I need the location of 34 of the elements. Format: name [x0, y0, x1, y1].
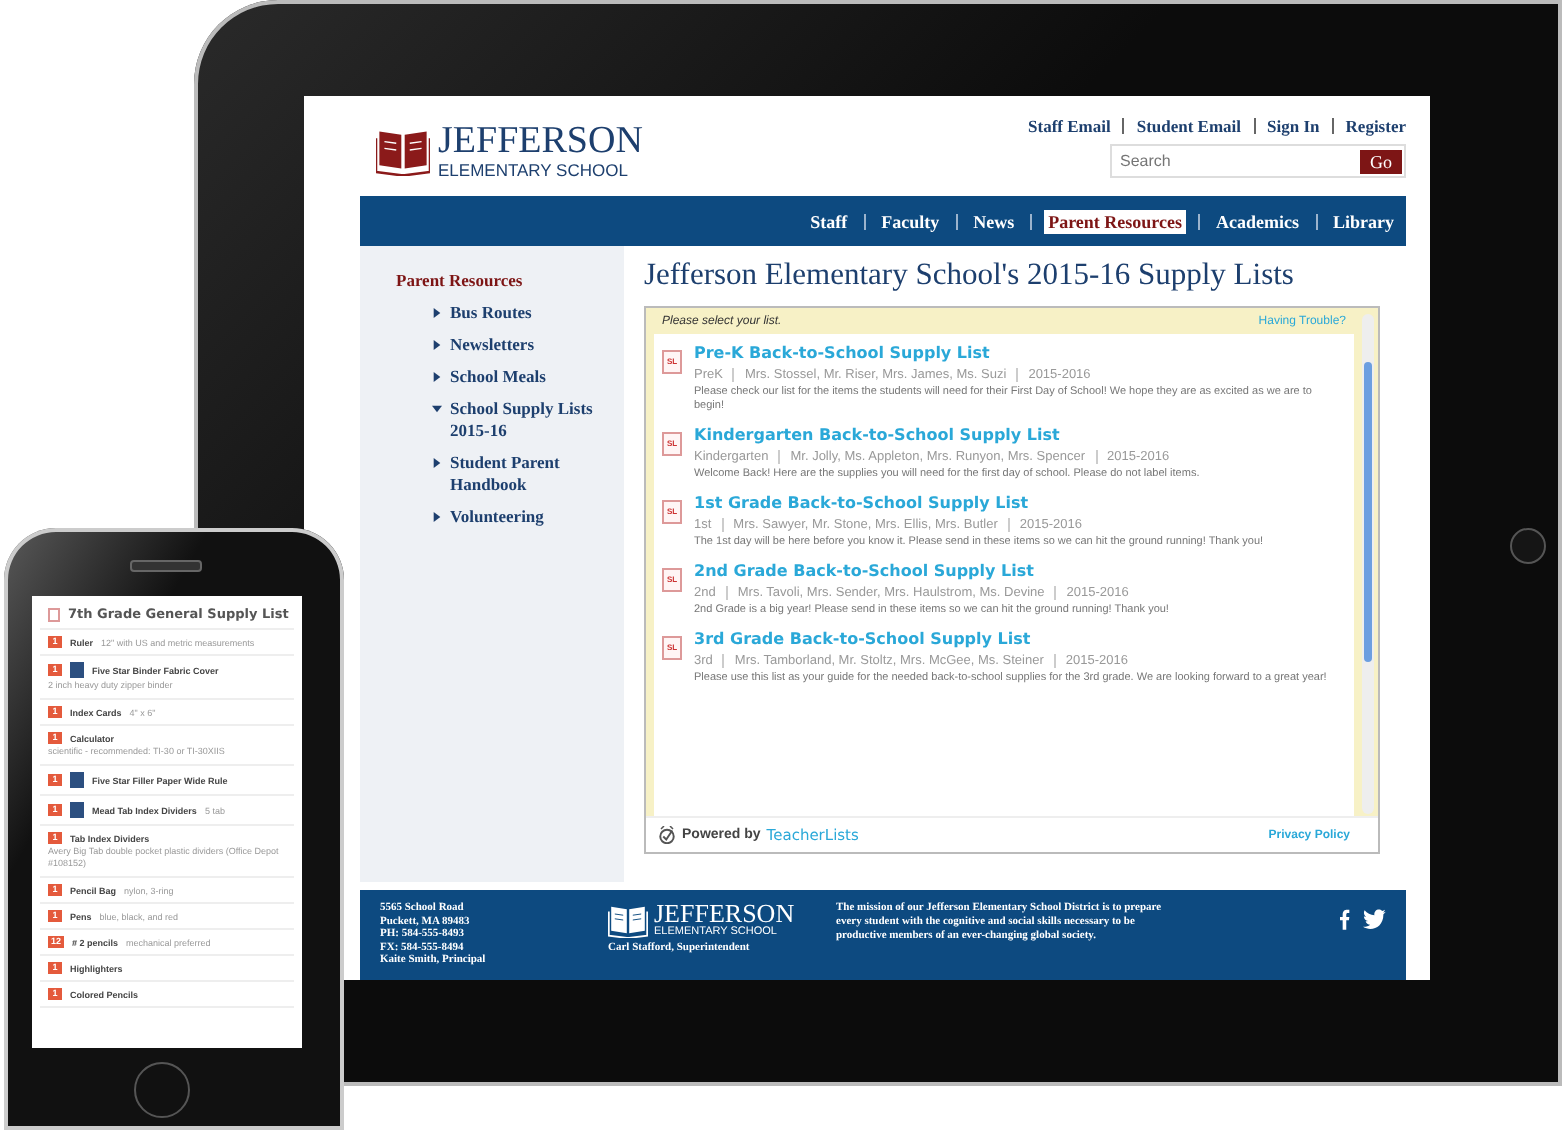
header-link[interactable]: Student Email [1136, 116, 1242, 136]
nav-link[interactable]: Library [1329, 209, 1398, 233]
nav-link[interactable]: Faculty [877, 209, 944, 233]
sidebar-link[interactable]: Volunteering [450, 506, 610, 528]
checkmark-icon [658, 826, 676, 844]
search-field[interactable]: Search Go [1110, 144, 1406, 178]
sidebar-title: Parent Resources [396, 270, 525, 290]
school-name: JEFFERSON [654, 902, 795, 926]
sidebar-link[interactable]: Newsletters [450, 334, 610, 356]
nav-link[interactable]: Parent Resources [1044, 209, 1186, 233]
bird-icon [1362, 908, 1386, 930]
document-icon [48, 607, 60, 621]
book-icon [608, 902, 648, 938]
school-name: JEFFERSON [438, 124, 643, 160]
go-button[interactable]: Go [1360, 149, 1402, 173]
nav-link[interactable]: News [969, 209, 1019, 233]
facebook-icon [1336, 908, 1352, 930]
nav-link[interactable]: Academics [1212, 209, 1303, 233]
product-thumbnail [70, 662, 84, 678]
sidebar-link[interactable]: School Supply Lists 2015-16 [450, 398, 610, 442]
scrollbar[interactable] [1362, 314, 1374, 814]
home-button[interactable] [1510, 528, 1546, 564]
sidebar-link[interactable]: Student Parent Handbook [450, 452, 610, 496]
header-link[interactable]: Register [1345, 116, 1406, 136]
speaker-slot [130, 560, 202, 572]
header-link[interactable]: Staff Email [1028, 116, 1111, 136]
school-subtitle: ELEMENTARY SCHOOL [438, 160, 630, 180]
header-link[interactable]: Sign In [1267, 116, 1320, 136]
sidebar-link[interactable]: School Meals [450, 366, 610, 388]
page-title: Jefferson Elementary School's 2015-16 Supply Lists [644, 258, 1296, 294]
sidebar-link[interactable]: Bus Routes [450, 302, 610, 324]
nav-link[interactable]: Staff [806, 209, 852, 233]
home-button[interactable] [134, 1062, 190, 1118]
scrollbar-thumb[interactable] [1364, 362, 1372, 662]
